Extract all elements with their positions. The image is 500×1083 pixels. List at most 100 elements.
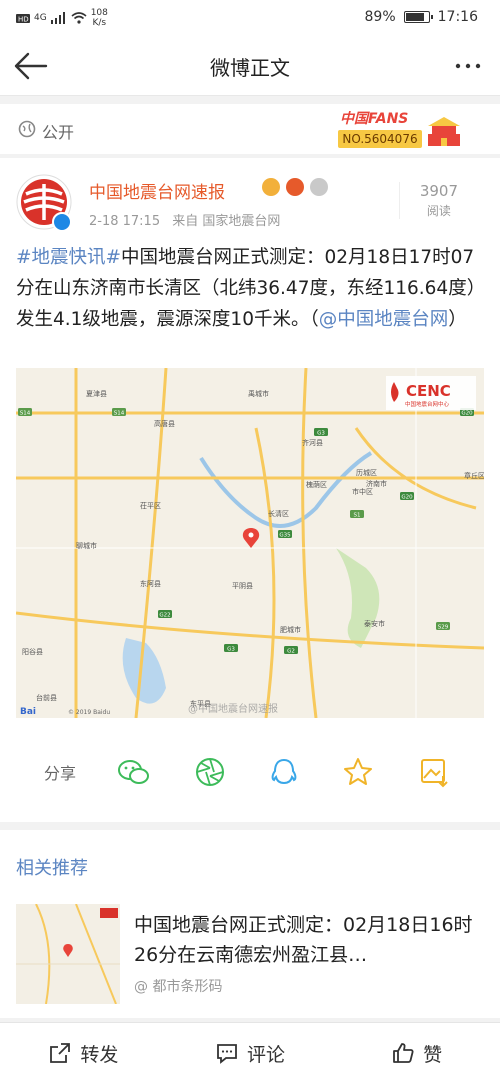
related-thumbnail [16, 904, 120, 1004]
save-image-icon[interactable] [416, 754, 452, 790]
bottom-action-bar: 转发 评论 赞 [0, 1022, 500, 1083]
status-right: 89% 17:16 [365, 9, 478, 25]
baidu-logo: Bai [20, 707, 36, 717]
map-road-shield: G2 [284, 646, 298, 654]
svg-text:HD: HD [18, 15, 29, 23]
related-item-source: @ 都市条形码 [134, 979, 223, 995]
related-section: 相关推荐 中国地震台网正式测定：02月18日16时26分在云南德宏州盈江县… @… [0, 830, 500, 1018]
like-label: 赞 [423, 1043, 443, 1066]
share-label: 分享 [44, 764, 77, 783]
svg-text:S14: S14 [20, 410, 31, 416]
cenc-logo: CENC 中国地震台网中心 [386, 376, 476, 410]
repost-label: 转发 [80, 1043, 119, 1066]
map-place-label: 历城区 [356, 469, 377, 477]
map-place-label: 台前县 [36, 693, 57, 702]
svg-text:S29: S29 [438, 624, 449, 630]
visibility-row: 公开 中国FANS NO.5604076 [0, 104, 500, 154]
medal-badge-icon[interactable] [310, 178, 328, 196]
share-row: 分享 [0, 746, 500, 796]
thumbs-up-icon [393, 1043, 414, 1063]
map-road-shield: G3 [224, 644, 238, 652]
map-place-label: 平阴县 [232, 581, 253, 590]
page-title: 微博正文 [210, 56, 290, 80]
map-road-shield: G20 [400, 492, 414, 500]
post-body: #地震快讯#中国地震台网正式测定：02月18日17时07分在山东济南市长清区（北… [16, 242, 484, 335]
epicenter-map[interactable]: 夏津县高唐县 禹城市齐河县历城区济南市 章丘区槐荫区市中区茌平区长清区聊城市东阿县 平… [16, 368, 484, 718]
nav-bar: 微博正文 [0, 36, 500, 96]
svg-text:G20: G20 [401, 494, 413, 500]
hd-icon: HD [16, 13, 30, 23]
like-button[interactable]: 赞 [333, 1023, 500, 1083]
post-body-closing: ） [448, 309, 467, 330]
fans-brand: 中国FANS [340, 111, 409, 127]
fans-badge[interactable]: 中国FANS NO.5604076 [334, 106, 464, 152]
map-place-label: 东阿县 [140, 579, 161, 588]
verified-badge-icon [52, 212, 72, 232]
status-bar: HD 4G 108 K/s 89% 17:16 [0, 0, 500, 36]
battery-fill [405, 13, 425, 21]
svg-text:S1: S1 [354, 512, 361, 518]
post-timestamp: 2-18 17:15 [89, 214, 161, 229]
signal-icon [50, 12, 65, 24]
fans-number: NO.5604076 [338, 130, 422, 148]
map-road-shield: S14 [18, 408, 32, 416]
map-place-label: 茌平区 [140, 501, 161, 510]
map-copyright: © 2019 Baidu [68, 709, 110, 716]
more-dots-icon [455, 63, 481, 69]
status-left: HD 4G 108 K/s [16, 8, 108, 28]
wechat-share-icon[interactable] [116, 754, 152, 790]
map-place-label: 泰安市 [364, 619, 385, 628]
favorite-star-icon[interactable] [340, 754, 376, 790]
map-road-shield: G35 [278, 530, 292, 538]
read-count-box: 3907 阅读 [398, 182, 458, 219]
map-road-shield: G22 [158, 610, 172, 618]
moments-share-icon[interactable] [192, 754, 228, 790]
map-road-shield: G3 [314, 428, 328, 436]
map-place-label: 肥城市 [280, 625, 301, 634]
network-speed-unit: K/s [92, 18, 107, 28]
svg-text:S14: S14 [114, 410, 125, 416]
map-place-label: 市中区 [352, 487, 373, 496]
tiananmen-icon [428, 117, 460, 146]
map-road-shield: S1 [350, 510, 364, 518]
battery-icon [403, 11, 433, 23]
network-type: 4G [34, 13, 47, 23]
svg-text:G2: G2 [287, 648, 295, 654]
crown-badge-icon[interactable] [262, 178, 280, 196]
comment-button[interactable]: 评论 [167, 1023, 334, 1083]
comment-icon [217, 1044, 237, 1064]
qq-share-icon[interactable] [266, 754, 302, 790]
wifi-icon [71, 12, 87, 24]
network-speed-value: 108 [90, 8, 108, 18]
comment-label: 评论 [247, 1043, 286, 1066]
network-speed: 108 K/s [91, 8, 108, 28]
read-label: 阅读 [426, 204, 451, 218]
mention-link[interactable]: @中国地震台网 [319, 309, 449, 330]
globe-icon [18, 120, 36, 138]
map-place-label: 济南市 [366, 479, 387, 488]
author-name[interactable]: 中国地震台网速报 [89, 178, 225, 203]
map-place-label: 长清区 [268, 509, 289, 518]
svg-text:G35: G35 [279, 532, 291, 538]
map-place-label: 章丘区 [464, 471, 484, 480]
related-item-title: 中国地震台网正式测定：02月18日16时26分在云南德宏州盈江县… [134, 914, 473, 966]
svg-text:G22: G22 [159, 612, 170, 618]
map-place-label: 槐荫区 [306, 480, 327, 489]
more-options-button[interactable] [450, 50, 486, 82]
post-card: 中国地震台网速报 2-18 17:15 来自 国家地震台网 3907 阅读 #地… [0, 158, 500, 822]
svg-text:G20: G20 [461, 410, 473, 416]
map-place-label: 禹城市 [248, 389, 269, 398]
map-place-label: 高唐县 [154, 419, 175, 428]
map-place-label: 齐河县 [302, 438, 323, 447]
battery-percent: 89% [364, 9, 396, 25]
related-item[interactable]: 中国地震台网正式测定：02月18日16时26分在云南德宏州盈江县… @ 都市条形… [16, 902, 484, 1006]
map-place-label: 阳谷县 [22, 647, 43, 656]
read-count: 3907 [419, 182, 458, 200]
author-badges [262, 178, 328, 196]
map-place-label: 聊城市 [76, 541, 97, 550]
map-place-label: 夏津县 [86, 390, 107, 398]
post-meta: 2-18 17:15 来自 国家地震台网 [89, 210, 280, 229]
hashtag-link[interactable]: #地震快讯# [16, 247, 121, 268]
anti-epidemic-badge-icon[interactable] [286, 178, 304, 196]
repost-button[interactable]: 转发 [0, 1023, 167, 1083]
